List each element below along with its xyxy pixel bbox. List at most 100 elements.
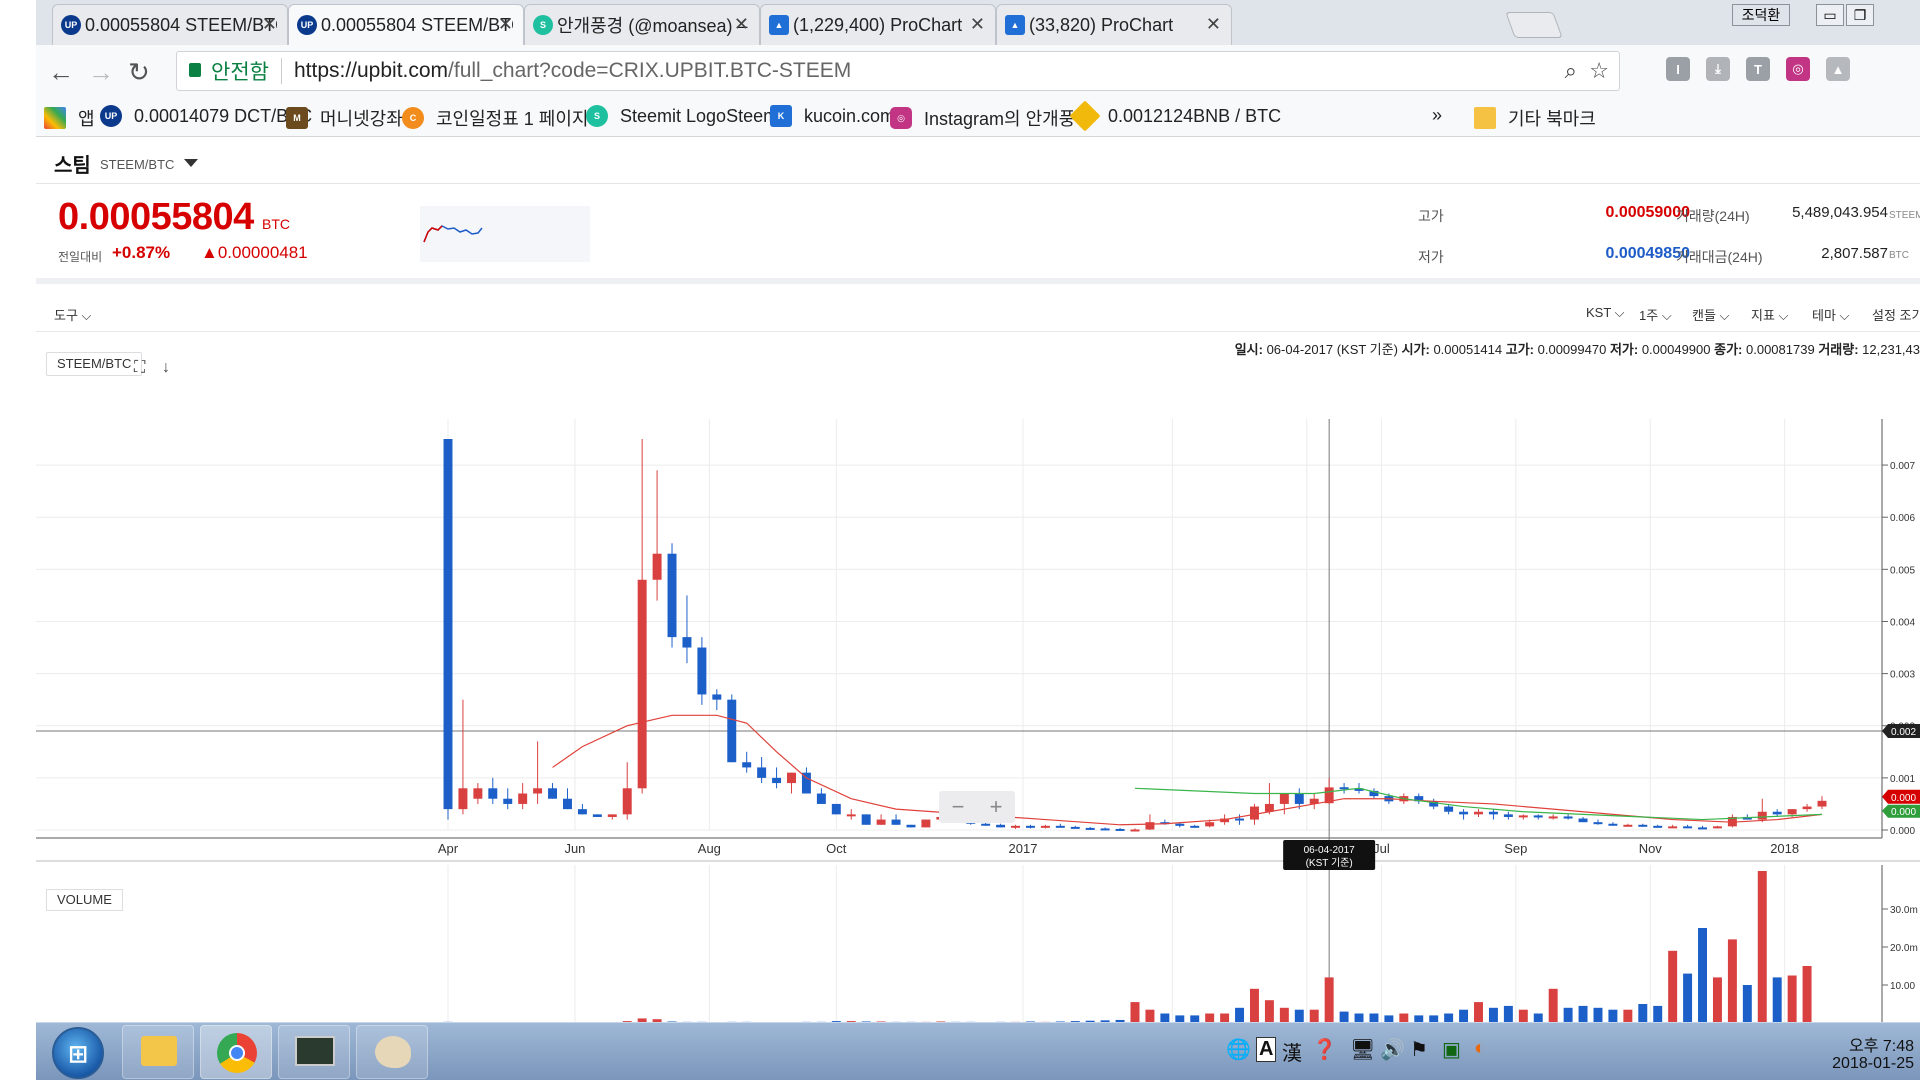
chevron-down-icon[interactable] [184,159,198,167]
volume-bar [1488,1007,1498,1022]
theme-menu[interactable]: 테마 ⌵ [1812,305,1849,324]
bookmark-kucoin[interactable]: K kucoin.com [770,105,895,127]
reset-settings-button[interactable]: 설정 조기화 [1872,305,1920,324]
candle-menu[interactable]: 캔들 ⌵ [1692,305,1729,324]
candle-body [1175,823,1185,826]
new-tab-button[interactable] [1505,12,1563,38]
tab-3[interactable]: S 안개풍경 (@moansea) – ✕ [524,4,760,45]
reload-icon[interactable]: ↻ [128,57,150,88]
star-icon[interactable]: ☆ [1589,58,1609,84]
back-icon[interactable]: ← [48,57,74,88]
bookmark-binance[interactable]: 0.0012124BNB / BTC [1069,100,1281,132]
candle-body [1205,822,1215,827]
search-icon[interactable]: ⌕ [1565,58,1577,84]
tools-menu[interactable]: 도구 ⌵ [54,305,91,324]
ime-a-icon[interactable]: A [1256,1037,1277,1062]
restore-button[interactable]: ❐ [1846,4,1874,26]
security-indicator[interactable]: 안전함 [177,58,282,84]
indicators-menu[interactable]: 지표 ⌵ [1751,305,1788,324]
user-badge[interactable]: 조덕환 [1732,4,1790,26]
bookmark-dct[interactable]: UP 0.00014079 DCT/BTC [100,105,312,127]
windows-logo-icon: ⊞ [68,1041,89,1068]
y-tick-label: 0.004 [1890,617,1915,628]
bookmark-apps[interactable]: 앱 [44,105,95,131]
timezone-menu[interactable]: KST ⌵ [1586,305,1625,321]
tools-label: 도구 [54,308,78,323]
clock-date[interactable]: 2018-01-25 [1832,1055,1914,1073]
tab-1[interactable]: UP 0.00055804 STEEM/BTC ✕ [52,4,288,45]
instagram-icon[interactable]: ◎ [1786,57,1810,81]
candle-body [1339,787,1349,790]
x-tick-label: Sep [1504,841,1527,856]
close-icon[interactable]: ✕ [1206,14,1221,35]
close-icon[interactable]: ✕ [734,14,749,35]
upbit-chart-page: 스팀 STEEM/BTC 0.00055804 BTC 전일대비 +0.87% … [36,137,1920,1022]
taskbar-paint[interactable] [356,1025,428,1079]
bookmark-instagram[interactable]: ◎ Instagram의 안개풍경 [890,105,1092,131]
symbol-button[interactable]: STEEM/BTC [46,352,143,376]
extension-drive-icon[interactable]: ▲ [1826,57,1850,81]
network-globe-icon[interactable]: 🌐 [1226,1037,1251,1062]
zoom-out-button[interactable]: − [952,794,965,820]
volume-bar [1369,1013,1379,1022]
minimize-button[interactable]: ▭ [1816,4,1844,26]
extension-t-icon[interactable]: T [1746,57,1770,81]
url-path: /full_chart?code=CRIX.UPBIT.BTC-STEEM [448,59,852,82]
taskbar-monitor-app[interactable] [278,1025,350,1079]
volume-bar [1429,1015,1439,1022]
fullscreen-icon[interactable]: ⛶ [134,359,145,377]
forward-icon[interactable]: → [88,57,114,88]
clock-time[interactable]: 오후 7:48 [1849,1032,1914,1056]
tab-2[interactable]: UP 0.00055804 STEEM/BTC ✕ [288,4,524,45]
volume-bar [1593,1007,1603,1022]
taskbar-chrome[interactable] [200,1025,272,1079]
bookmark-moneynet[interactable]: M 머니넷강좌 [286,105,403,131]
lock-icon [189,63,201,77]
zoom-in-button[interactable]: + [990,794,1003,820]
volume-bar [1384,1015,1394,1022]
interval-menu[interactable]: 1주 ⌵ [1639,305,1672,324]
candle-body [667,553,677,638]
secure-label: 안전함 [211,61,269,84]
candle-body [921,819,931,828]
chart-toolbar: 도구 ⌵ KST ⌵ 1주 ⌵ 캔들 ⌵ 지표 ⌵ 테마 ⌵ 설정 조기화 [36,290,1920,332]
close-icon[interactable]: ✕ [498,14,513,35]
tab-5[interactable]: ▲ (33,820) ProChart ✕ [996,4,1232,45]
taskbar-explorer[interactable] [122,1025,194,1079]
tab-strip: UP 0.00055804 STEEM/BTC ✕ UP 0.00055804 … [36,0,1920,45]
action-center-icon[interactable]: ⚑ [1410,1037,1428,1062]
bookmark-steemit[interactable]: S Steemit LogoSteemit [586,105,787,127]
help-icon[interactable]: ❓ [1312,1037,1337,1062]
address-bar[interactable]: 안전함 https://upbit.com/full_chart?code=CR… [176,51,1620,91]
network-icon[interactable]: 🖥 [1350,1037,1375,1062]
high-label: 고가 [1418,208,1444,224]
bookmarks-overflow-button[interactable]: » [1432,105,1442,126]
y-tick-label: 0.000 [1890,826,1915,837]
volume-icon[interactable]: 🔊 [1380,1037,1405,1062]
low-label: 저가 [1418,249,1444,265]
app-tray-icon[interactable]: ▣ [1442,1037,1461,1062]
tab-4[interactable]: ▲ (1,229,400) ProChart ✕ [760,4,996,45]
upbit-icon: UP [297,15,317,35]
price-chart[interactable]: 0.007 0.006 0.005 0.004 0.003 0.002 0.001 0.000… [36,357,1920,1022]
candle-body [816,793,826,804]
volume-button[interactable]: VOLUME [46,889,123,911]
sparkline-graph [423,225,483,243]
coin-selector[interactable]: 스팀 STEEM/BTC [36,137,1920,184]
system-monitor-icon [295,1036,335,1066]
extension-pdf-icon[interactable]: ⤓ [1706,57,1730,81]
volume-bar [1653,1005,1663,1022]
crosshair-price-label: 0.002 [1891,727,1916,738]
close-label: 종가: [1714,342,1743,357]
volume-bar [1563,1007,1573,1022]
extension-i-icon[interactable]: I [1666,57,1690,81]
arrow-down-icon[interactable]: ↓ [162,359,170,377]
sparkline-up-segment [423,225,443,243]
ime-hanja-icon[interactable]: 漢 [1282,1037,1302,1066]
bookmark-other[interactable]: 기타 북마크 [1474,105,1596,131]
avast-icon[interactable]: ◐ [1474,1037,1486,1060]
close-icon[interactable]: ✕ [970,14,985,35]
close-icon[interactable]: ✕ [262,14,277,35]
start-button[interactable]: ⊞ [52,1027,104,1079]
bookmark-coin-schedule[interactable]: C 코인일정표 1 페이지 [402,105,589,131]
